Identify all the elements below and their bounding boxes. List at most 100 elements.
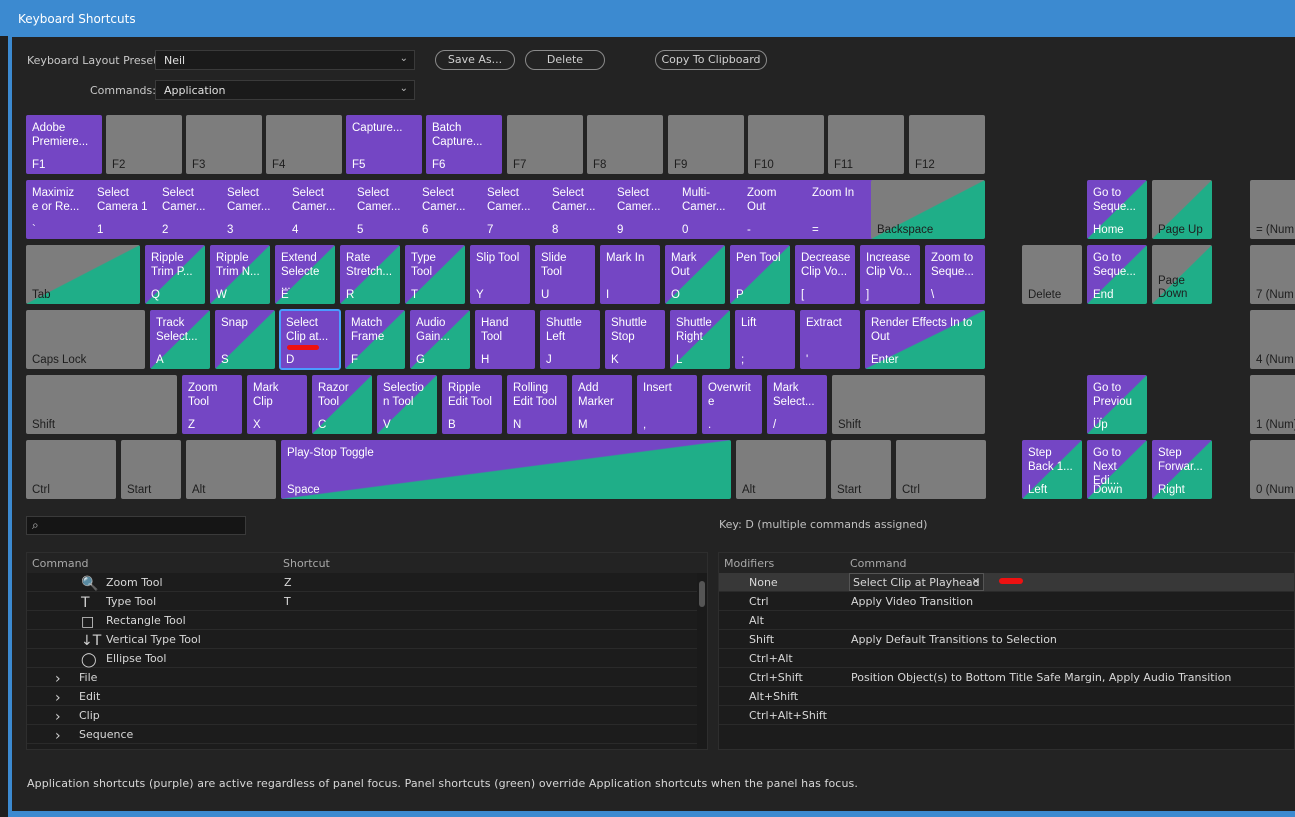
key-f3[interactable]: F3 (186, 115, 262, 174)
table-row[interactable]: T Type Tool T (27, 592, 707, 611)
table-row[interactable]: › Sequence (27, 725, 707, 744)
key-d[interactable]: Select Clip at... D (279, 309, 341, 370)
key-start[interactable]: Start (121, 440, 181, 499)
key-q[interactable]: Ripple Trim P... Q (145, 245, 205, 304)
command-table-scrollbar[interactable] (697, 573, 707, 749)
key-up[interactable]: Go to Previou ... Up (1087, 375, 1147, 434)
table-row[interactable]: › Clip (27, 706, 707, 725)
key-f12[interactable]: F12 (909, 115, 985, 174)
close-icon[interactable]: × (972, 576, 980, 587)
key-g[interactable]: Audio Gain... G (410, 310, 470, 369)
key-n[interactable]: Rolling Edit Tool N (507, 375, 567, 434)
key-u[interactable]: Slide Tool U (535, 245, 595, 304)
key-f6[interactable]: Batch Capture... F6 (426, 115, 502, 174)
key-symbol[interactable]: Overwrit e. (702, 375, 762, 434)
modifier-row[interactable]: Ctrl+Shift Position Object(s) to Bottom T… (719, 668, 1294, 687)
key-symbol[interactable]: Decrease Clip Vo... [ (795, 245, 855, 304)
key-end[interactable]: Go to Seque... End (1087, 245, 1147, 304)
key-v[interactable]: Selectio n Tool V (377, 375, 437, 434)
key-f10[interactable]: F10 (748, 115, 824, 174)
key-7-num[interactable]: 7 (Num (1250, 245, 1295, 304)
key-t[interactable]: Type Tool T (405, 245, 465, 304)
chevron-right-icon[interactable]: › (55, 690, 61, 706)
key-f7[interactable]: F7 (507, 115, 583, 174)
key-symbol[interactable]: Extract ' (800, 310, 860, 369)
key-down[interactable]: Go to Next Edi... Down (1087, 440, 1147, 499)
key-b[interactable]: Ripple Edit Tool B (442, 375, 502, 434)
chevron-right-icon[interactable]: › (55, 709, 61, 725)
key-c[interactable]: Razor Tool C (312, 375, 372, 434)
key-s[interactable]: Snap S (215, 310, 275, 369)
key-start[interactable]: Start (831, 440, 891, 499)
key-h[interactable]: Hand Tool H (475, 310, 535, 369)
key-page-up[interactable]: Page Up (1152, 180, 1212, 239)
key-z[interactable]: Zoom Tool Z (182, 375, 242, 434)
modifier-row[interactable]: Alt (719, 611, 1294, 630)
key-alt[interactable]: Alt (736, 440, 826, 499)
key-alt[interactable]: Alt (186, 440, 276, 499)
key-w[interactable]: Ripple Trim N... W (210, 245, 270, 304)
assigned-command-chip[interactable]: Select Clip at Playhead × (849, 573, 984, 591)
key-f1[interactable]: Adobe Premiere... F1 (26, 115, 102, 174)
key-a[interactable]: Track Select... A (150, 310, 210, 369)
key-symbol[interactable]: Mark Select... / (767, 375, 827, 434)
key-y[interactable]: Slip Tool Y (470, 245, 530, 304)
key-0-num[interactable]: 0 (Num (1250, 440, 1295, 499)
key-space[interactable]: Play-Stop Toggle Space (281, 440, 731, 499)
key-ctrl[interactable]: Ctrl (896, 440, 986, 499)
key-f4[interactable]: F4 (266, 115, 342, 174)
key-k[interactable]: Shuttle Stop K (605, 310, 665, 369)
key-j[interactable]: Shuttle Left J (540, 310, 600, 369)
table-row[interactable]: › Markers (27, 744, 707, 749)
key-symbol[interactable]: Zoom to Seque... \ (925, 245, 985, 304)
modifier-row[interactable]: Ctrl+Alt+Shift (719, 706, 1294, 725)
table-row[interactable]: › File (27, 668, 707, 687)
key-m[interactable]: Add Marker M (572, 375, 632, 434)
key-left[interactable]: Step Back 1... Left (1022, 440, 1082, 499)
key-f5[interactable]: Capture... F5 (346, 115, 422, 174)
key--num[interactable]: = (Num (1250, 180, 1295, 239)
key-page-down[interactable]: Page Down (1152, 245, 1212, 304)
key-caps-lock[interactable]: Caps Lock (26, 310, 145, 369)
key-symbol[interactable]: Lift; (735, 310, 795, 369)
key-p[interactable]: Pen Tool P (730, 245, 790, 304)
scroll-thumb[interactable] (699, 581, 705, 607)
key-enter[interactable]: Render Effects In to Out Enter (865, 310, 985, 369)
modifier-row[interactable]: Ctrl Apply Video Transition (719, 592, 1294, 611)
chevron-right-icon[interactable]: › (55, 671, 61, 687)
key-f11[interactable]: F11 (828, 115, 904, 174)
key-4-num[interactable]: 4 (Num (1250, 310, 1295, 369)
chevron-right-icon[interactable]: › (55, 728, 61, 744)
key-symbol[interactable]: Insert, (637, 375, 697, 434)
table-row[interactable]: 🔍 Zoom Tool Z (27, 573, 707, 592)
key-f9[interactable]: F9 (668, 115, 744, 174)
key-ctrl[interactable]: Ctrl (26, 440, 116, 499)
key-tab[interactable]: Tab (26, 245, 140, 304)
table-row[interactable]: ◯ Ellipse Tool (27, 649, 707, 668)
table-row[interactable]: › Edit (27, 687, 707, 706)
key-backspace[interactable]: Backspace (871, 180, 985, 239)
key-i[interactable]: Mark In I (600, 245, 660, 304)
modifier-row[interactable]: Alt+Shift (719, 687, 1294, 706)
key-o[interactable]: Mark Out O (665, 245, 725, 304)
chevron-right-icon[interactable]: › (55, 747, 61, 749)
key-shift[interactable]: Shift (832, 375, 985, 434)
key-shift[interactable]: Shift (26, 375, 177, 434)
table-row[interactable]: ↓T Vertical Type Tool (27, 630, 707, 649)
key-right[interactable]: Step Forwar... Right (1152, 440, 1212, 499)
key-e[interactable]: Extend Selecte ... E (275, 245, 335, 304)
search-input[interactable]: ⌕ (26, 516, 246, 535)
key-f2[interactable]: F2 (106, 115, 182, 174)
modifier-row[interactable]: None Select Clip at Playhead × (719, 573, 1294, 592)
key-l[interactable]: Shuttle Right L (670, 310, 730, 369)
modifier-row[interactable]: Ctrl+Alt (719, 649, 1294, 668)
key-f[interactable]: Match Frame F (345, 310, 405, 369)
key-x[interactable]: Mark Clip X (247, 375, 307, 434)
key-home[interactable]: Go to Seque... Home (1087, 180, 1147, 239)
modifier-row[interactable]: Shift Apply Default Transitions to Select… (719, 630, 1294, 649)
key-f8[interactable]: F8 (587, 115, 663, 174)
key-symbol[interactable]: Increase Clip Vo...] (860, 245, 920, 304)
key-1-num[interactable]: 1 (Num) (1250, 375, 1295, 434)
key-delete[interactable]: Delete (1022, 245, 1082, 304)
table-row[interactable]: □ Rectangle Tool (27, 611, 707, 630)
